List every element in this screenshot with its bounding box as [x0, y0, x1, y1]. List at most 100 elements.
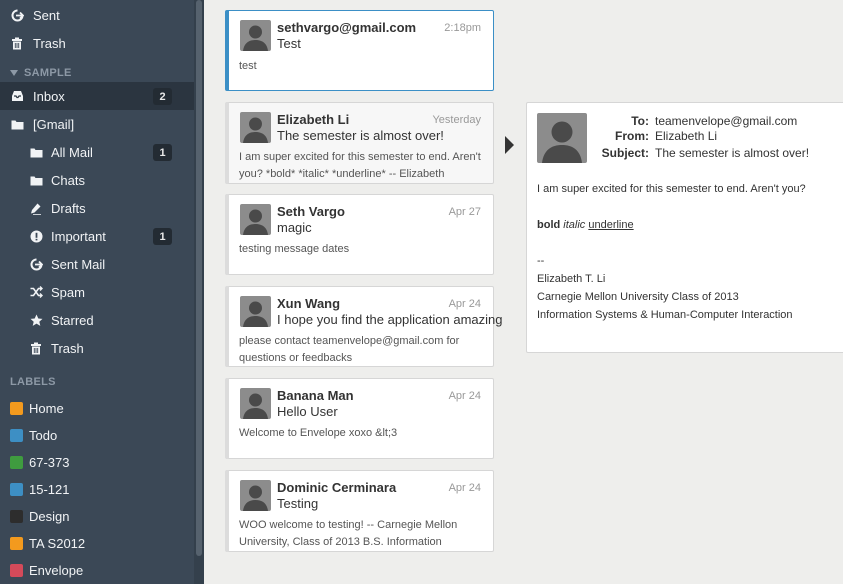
from-value: Elizabeth Li [655, 129, 718, 143]
label-item-home[interactable]: Home [0, 395, 194, 422]
underline-text: underline [588, 219, 634, 231]
label-name: Home [29, 401, 64, 416]
sidebar-item-label: Inbox [33, 88, 65, 104]
unread-count-badge: 1 [153, 228, 172, 245]
sidebar: Sent Trash SAMPLE Inbox 2 [Gmail] All Ma… [0, 0, 204, 584]
sidebar-scrollbar[interactable] [194, 0, 204, 584]
avatar [240, 112, 271, 143]
message-card[interactable]: sethvargo@gmail.com 2:18pm Test test [225, 10, 494, 91]
message-card[interactable]: Xun Wang Apr 24 I hope you find the appl… [225, 286, 503, 367]
label-item-67-373[interactable]: 67-373 [0, 449, 194, 476]
label-name: TA S2012 [29, 536, 86, 551]
label-color-swatch [10, 564, 23, 577]
message-subject: Testing [277, 496, 319, 511]
account-section-sample[interactable]: SAMPLE [10, 67, 72, 79]
label-name: 67-373 [29, 455, 70, 470]
unread-count-badge: 1 [153, 144, 172, 161]
sidebar-item-label: All Mail [51, 144, 93, 160]
label-name: Design [29, 509, 70, 524]
sidebar-item-label: Chats [51, 172, 85, 188]
message-date: Apr 27 [448, 206, 481, 218]
avatar [240, 480, 271, 511]
message-subject: magic [277, 220, 312, 235]
sidebar-item-label: Trash [51, 340, 84, 356]
label-item-15-121[interactable]: 15-121 [0, 476, 194, 503]
sidebar-item-spam[interactable]: Spam [0, 278, 194, 306]
message-card[interactable]: Banana Man Apr 24 Hello User Welcome to … [225, 378, 494, 459]
message-body-formatting: bold italic underline [537, 219, 634, 231]
message-card[interactable]: Elizabeth Li Yesterday The semester is a… [225, 102, 494, 184]
message-subject: Hello User [277, 404, 338, 419]
reading-pane: To: teamenvelope@gmail.com From: Elizabe… [526, 102, 843, 353]
message-snippet: testing message dates [239, 243, 350, 255]
message-snippet: test [239, 60, 257, 72]
label-name: Todo [29, 428, 58, 443]
message-sender: sethvargo@gmail.com [277, 20, 417, 35]
sidebar-scroll-thumb[interactable] [196, 0, 202, 556]
avatar [240, 204, 271, 235]
from-label: From: [615, 129, 649, 143]
sidebar-item-label: Sent Mail [51, 256, 106, 272]
sidebar-item-gmail[interactable]: [Gmail] [0, 110, 194, 138]
message-date: Apr 24 [448, 482, 481, 494]
pencil-icon [29, 201, 43, 215]
italic-text: italic [563, 219, 586, 231]
avatar [240, 296, 271, 327]
message-card[interactable]: Dominic Cerminara Apr 24 Testing WOO wel… [225, 470, 494, 552]
message-sender: Xun Wang [277, 296, 341, 311]
message-date: Yesterday [432, 114, 481, 126]
sidebar-item-chats[interactable]: Chats [0, 166, 194, 194]
avatar [240, 388, 271, 419]
sidebar-item-label: Spam [51, 284, 85, 300]
sidebar-item-label: Trash [33, 35, 66, 51]
label-color-swatch [10, 537, 23, 550]
sidebar-item-gmail-trash[interactable]: Trash [0, 334, 194, 362]
label-color-swatch [10, 483, 23, 496]
folder-icon [29, 145, 43, 159]
sidebar-item-drafts[interactable]: Drafts [0, 194, 194, 222]
bold-text: bold [537, 219, 561, 231]
label-item-envelope[interactable]: Envelope [0, 557, 194, 584]
sidebar-item-all-mail[interactable]: All Mail 1 [0, 138, 194, 166]
message-date: 2:18pm [444, 22, 481, 34]
sidebar-item-label: Important [51, 228, 106, 244]
folder-icon [10, 117, 24, 131]
sidebar-item-label: [Gmail] [33, 116, 75, 132]
sidebar-item-label: Starred [51, 312, 94, 328]
label-item-todo[interactable]: Todo [0, 422, 194, 449]
shuffle-icon [29, 285, 43, 299]
sent-icon [29, 257, 43, 271]
label-item-design[interactable]: Design [0, 503, 194, 530]
message-subject: I hope you find the application amazing [277, 312, 503, 327]
sidebar-item-important[interactable]: Important 1 [0, 222, 194, 250]
signature-department: Information Systems & Human-Computer Int… [537, 309, 793, 321]
sidebar-item-label: Sent [33, 7, 60, 23]
inbox-icon [10, 89, 24, 103]
sidebar-item-starred[interactable]: Starred [0, 306, 194, 334]
folder-icon [29, 173, 43, 187]
label-color-swatch [10, 456, 23, 469]
signature-name: Elizabeth T. Li [537, 273, 606, 285]
exclamation-icon [29, 229, 43, 243]
message-card[interactable]: Seth Vargo Apr 27 magic testing message … [225, 194, 494, 275]
avatar [240, 20, 271, 51]
label-name: Envelope [29, 563, 84, 578]
subject-label: Subject: [601, 146, 649, 160]
section-title: SAMPLE [24, 67, 72, 79]
sent-icon [10, 8, 24, 22]
trash-icon [29, 341, 43, 355]
sidebar-item-sent-mail[interactable]: Sent Mail [0, 250, 194, 278]
message-sender: Dominic Cerminara [277, 480, 397, 495]
label-color-swatch [10, 429, 23, 442]
message-snippet: WOO welcome to testing! -- Carnegie Mell… [239, 519, 458, 548]
to-value: teamenvelope@gmail.com [655, 114, 798, 128]
label-item-ta-s2012[interactable]: TA S2012 [0, 530, 194, 557]
message-subject: The semester is almost over! [277, 128, 444, 143]
message-snippet: please contact teamenvelope@gmail.com fo… [239, 335, 460, 364]
sidebar-item-label: Drafts [51, 200, 86, 216]
sidebar-item-trash[interactable]: Trash [0, 29, 194, 57]
sidebar-item-inbox[interactable]: Inbox 2 [0, 82, 194, 110]
message-sender: Elizabeth Li [277, 112, 350, 127]
trash-icon [10, 36, 24, 50]
sidebar-item-sent[interactable]: Sent [0, 1, 194, 29]
